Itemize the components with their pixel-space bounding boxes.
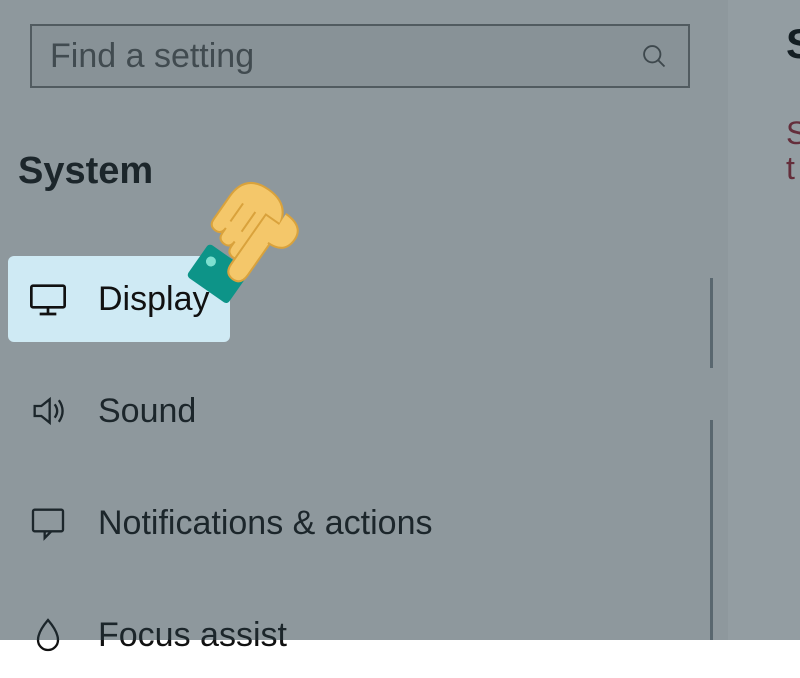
- search-input[interactable]: [50, 37, 638, 76]
- sidebar-item-focus-assist[interactable]: Focus assist: [8, 592, 688, 678]
- pointing-hand-icon: [176, 152, 336, 312]
- scrollbar-track-segment[interactable]: [710, 420, 713, 640]
- sidebar-item-label: Sound: [98, 392, 196, 431]
- scrollbar-track-segment[interactable]: [710, 278, 713, 368]
- section-title: System: [18, 150, 153, 193]
- search-icon: [638, 40, 670, 72]
- sidebar-item-sound[interactable]: Sound: [8, 368, 688, 454]
- content-panel-edge: [728, 0, 800, 640]
- partial-text: S: [786, 115, 800, 152]
- focus-assist-icon: [26, 613, 70, 657]
- display-icon: [26, 277, 70, 321]
- partial-text: t: [786, 150, 800, 187]
- sidebar-item-label: Focus assist: [98, 616, 287, 655]
- search-box[interactable]: [30, 24, 690, 88]
- partial-heading: S: [786, 20, 800, 68]
- sidebar-item-notifications[interactable]: Notifications & actions: [8, 480, 688, 566]
- notifications-icon: [26, 501, 70, 545]
- sound-icon: [26, 389, 70, 433]
- sidebar-item-label: Notifications & actions: [98, 504, 433, 543]
